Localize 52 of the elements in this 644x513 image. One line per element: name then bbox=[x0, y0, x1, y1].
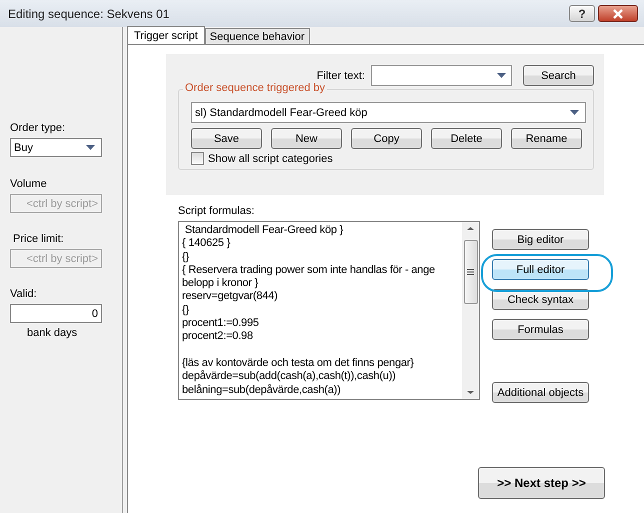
search-button[interactable]: Search bbox=[523, 65, 594, 86]
field-label: Volume bbox=[10, 178, 48, 190]
code-line: {} bbox=[182, 250, 190, 264]
caret-icon bbox=[86, 145, 95, 150]
close-button[interactable] bbox=[598, 5, 638, 22]
unit-label: bank days bbox=[26, 327, 78, 339]
caret-icon bbox=[497, 73, 506, 78]
help-button[interactable]: ? bbox=[569, 5, 595, 22]
script-dropdown[interactable]: sl) Standardmodell Fear-Greed köp bbox=[191, 102, 586, 123]
order-type-dropdown[interactable]: Buy bbox=[10, 138, 102, 157]
scrollbar[interactable] bbox=[462, 222, 479, 399]
action-button[interactable]: Save bbox=[191, 128, 262, 149]
group-title: Order sequence triggered by bbox=[183, 82, 328, 94]
action-button[interactable]: Delete bbox=[431, 128, 502, 149]
window-title: Editing sequence: Sekvens 01 bbox=[8, 6, 170, 20]
filter-label: Filter text: bbox=[316, 70, 365, 82]
additional-objects-button[interactable]: Additional objects bbox=[492, 382, 589, 403]
code-line: { Reservera trading power som inte handlas för - ange bbox=[182, 264, 436, 278]
action-button[interactable]: Copy bbox=[351, 128, 422, 149]
scroll-down-icon[interactable] bbox=[467, 391, 474, 394]
filter-dropdown[interactable] bbox=[371, 65, 512, 86]
script-label: Script formulas: bbox=[178, 205, 254, 217]
field-label: Valid: bbox=[10, 288, 38, 300]
field-label: Price limit: bbox=[12, 233, 65, 245]
valid-field[interactable]: 0 bbox=[10, 304, 102, 323]
editor-button[interactable]: Big editor bbox=[492, 229, 589, 250]
grip-icon bbox=[467, 269, 474, 275]
scroll-up-icon[interactable] bbox=[467, 227, 474, 230]
next-step-button[interactable]: >> Next step >> bbox=[478, 467, 605, 499]
action-button[interactable]: New bbox=[271, 128, 342, 149]
code-line: belopp i kronor } bbox=[182, 277, 260, 290]
action-button[interactable]: Rename bbox=[511, 128, 582, 149]
editor-button[interactable]: Full editor bbox=[492, 259, 589, 280]
checkbox[interactable] bbox=[191, 152, 204, 165]
checkbox-label: Show all script categories bbox=[208, 152, 333, 164]
code-line: belåning=sub(depåvärde,cash(a)) bbox=[182, 384, 342, 397]
editor-button[interactable]: Check syntax bbox=[492, 289, 589, 310]
script-editor[interactable] bbox=[178, 221, 480, 400]
code-line: procent1:=0.995 bbox=[182, 317, 260, 330]
code-line: procent2:=0.98 bbox=[182, 330, 254, 344]
code-line: depåvärde=sub(add(cash(a),cash(t)),cash(u)) bbox=[182, 370, 397, 384]
close-icon bbox=[612, 8, 624, 18]
code-line: { 140625 } bbox=[182, 237, 232, 251]
caret-icon bbox=[570, 110, 579, 115]
code-line: {} bbox=[182, 304, 190, 318]
editor-button[interactable]: Formulas bbox=[492, 319, 589, 340]
code-line: {läs av kontovärde och testa om det finns pengar} bbox=[182, 356, 415, 370]
field-label: Order type: bbox=[10, 122, 66, 134]
tab[interactable]: Sequence behavior bbox=[204, 28, 310, 44]
code-line: Standardmodell Fear-Greed köp } bbox=[184, 224, 344, 238]
tab[interactable]: Trigger script bbox=[127, 26, 205, 44]
code-line: reserv=getgvar(844) bbox=[182, 290, 279, 304]
